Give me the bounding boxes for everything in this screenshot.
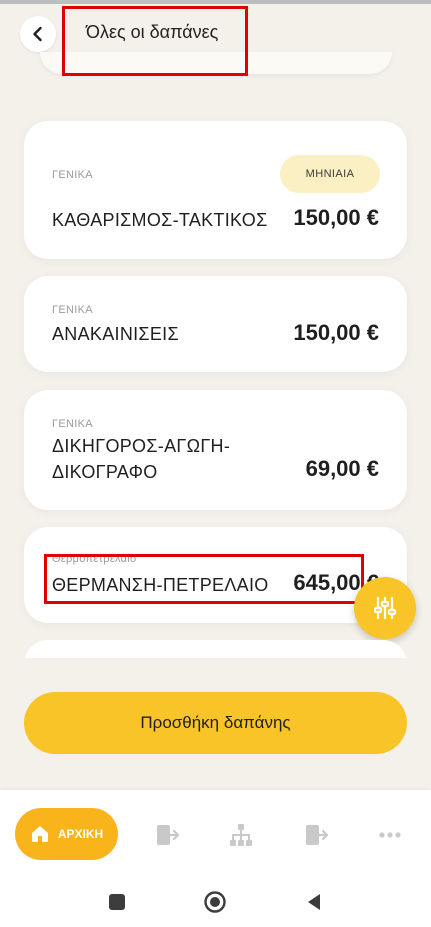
add-expense-button[interactable]: Προσθήκη δαπάνης <box>24 692 407 754</box>
hierarchy-icon <box>230 824 252 846</box>
expense-title: ΑΝΑΚΑΙΝΙΣΕΙΣ <box>52 324 179 344</box>
expense-card[interactable]: ΓΕΝΙΚΑ ΑΝΑΚΑΙΝΙΣΕΙΣ 150,00 € <box>24 276 407 372</box>
frequency-badge: ΜΗΝΙΑΙΑ <box>280 155 380 193</box>
triangle-back-icon <box>308 894 320 910</box>
expense-title-line2: ΔΙΚΟΓΡΑΦΟ <box>52 462 158 482</box>
expense-amount: 69,00 € <box>305 456 379 481</box>
more-icon <box>379 832 401 838</box>
system-nav-bar <box>0 872 431 927</box>
status-line <box>0 0 431 4</box>
bottom-nav: ΑΡΧΙΚΗ <box>0 790 431 872</box>
expense-card[interactable]: ΓΕΝΙΚΑ ΔΙΚΗΓΟΡΟΣ-ΑΓΩΓΗ- ΔΙΚΟΓΡΑΦΟ 69,00 … <box>24 390 407 510</box>
expense-title: ΔΙΚΗΓΟΡΟΣ-ΑΓΩΓΗ- <box>52 436 231 456</box>
square-icon <box>109 894 125 910</box>
expense-title: ΚΑΘΑΡΙΣΜΟΣ-ΤΑΚΤΙΚΟΣ <box>52 210 268 230</box>
nav-home[interactable]: ΑΡΧΙΚΗ <box>15 808 118 860</box>
chevron-left-icon <box>33 26 42 42</box>
expense-card[interactable]: ΓΕΝΙΚΑ ΜΗΝΙΑΙΑ ΚΑΘΑΡΙΣΜΟΣ-ΤΑΚΤΙΚΟΣ 150,0… <box>24 121 407 259</box>
nav-more[interactable] <box>377 822 403 848</box>
expense-amount: 150,00 € <box>293 205 379 230</box>
nav-hierarchy[interactable] <box>228 822 254 848</box>
back-system-button[interactable] <box>302 890 326 914</box>
nav-exit-2[interactable] <box>303 822 329 848</box>
sliders-icon <box>373 596 397 620</box>
circle-icon <box>204 891 226 913</box>
expense-category: ΓΕΝΙΚΑ <box>52 418 93 430</box>
nav-home-label: ΑΡΧΙΚΗ <box>57 827 104 841</box>
home-icon <box>31 826 48 842</box>
back-button[interactable] <box>20 16 56 52</box>
home-system-button[interactable] <box>203 890 227 914</box>
nav-exit-1[interactable] <box>154 822 180 848</box>
expense-category: ΓΕΝΙΚΑ <box>52 304 93 316</box>
exit-door-icon <box>157 825 180 845</box>
highlight-box-title <box>62 6 248 76</box>
expense-category: ΓΕΝΙΚΑ <box>52 169 93 181</box>
expense-amount: 150,00 € <box>293 320 379 345</box>
exit-door-icon <box>306 825 329 845</box>
recent-apps-button[interactable] <box>105 890 129 914</box>
filter-button[interactable] <box>354 577 416 639</box>
highlight-box-expense <box>44 554 364 604</box>
